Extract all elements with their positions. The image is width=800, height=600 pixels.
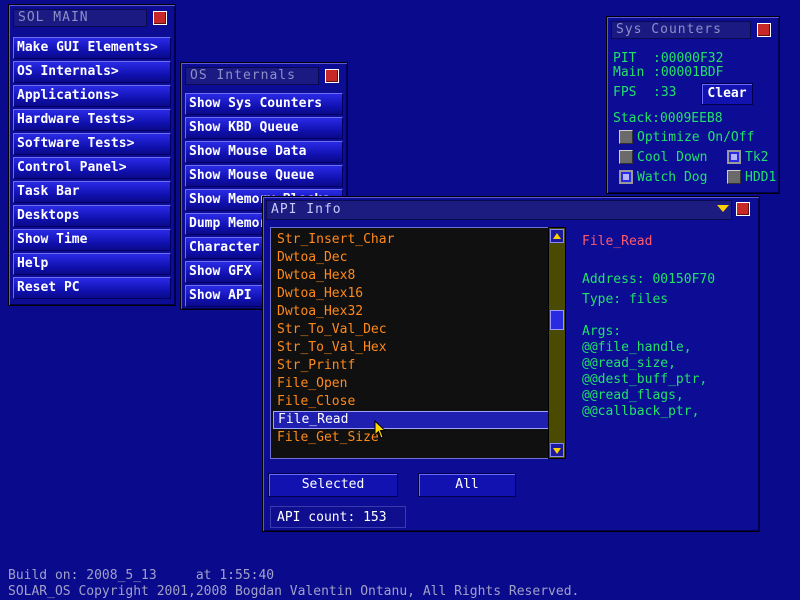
pit-value: :00000F32 — [653, 51, 724, 66]
api-arg: @@callback_ptr, — [582, 404, 700, 419]
api-info-close-button[interactable] — [736, 202, 750, 216]
main-value: :00001BDF — [653, 65, 724, 80]
sys-counters-window: Sys Counters PIT :00000F32 Main :00001BD… — [606, 16, 780, 194]
sys-counters-close-button[interactable] — [757, 23, 771, 37]
watch-dog-checkbox[interactable] — [619, 170, 633, 184]
api-list-item[interactable]: Str_To_Val_Hex — [277, 339, 547, 357]
api-detail-args-label: Args: — [582, 324, 622, 339]
watch-dog-label: Watch Dog — [637, 170, 708, 185]
selected-button[interactable]: Selected — [268, 473, 398, 497]
copyright-text: SOLAR_OS Copyright 2001,2008 Bogdan Vale… — [8, 584, 580, 599]
api-list-item[interactable]: File_Read — [273, 411, 549, 429]
api-detail-type: Type: files — [582, 292, 669, 307]
stack-value: Stack:0009EEB8 — [613, 111, 723, 126]
scroll-up-arrow[interactable] — [550, 229, 564, 243]
menu-reset-pc[interactable]: Reset PC — [13, 277, 171, 299]
api-arg: @@read_flags, — [582, 388, 684, 403]
api-list-item[interactable]: Str_To_Val_Dec — [277, 321, 547, 339]
api-list-item[interactable]: File_Open — [277, 375, 547, 393]
api-arg: @@read_size, — [582, 356, 676, 371]
scroll-thumb[interactable] — [550, 310, 564, 330]
api-list-scrollbar[interactable] — [548, 227, 566, 459]
all-button[interactable]: All — [418, 473, 516, 497]
api-arg: @@dest_buff_ptr, — [582, 372, 708, 387]
cool-down-label: Cool Down — [637, 150, 708, 165]
sol-main-close-button[interactable] — [153, 11, 167, 25]
menu-show-mouse-data[interactable]: Show Mouse Data — [185, 141, 343, 163]
api-list-item[interactable]: Dwtoa_Dec — [277, 249, 547, 267]
sol-main-window: SOL MAIN Make GUI Elements> OS Internals… — [8, 4, 176, 306]
api-count: API count: 153 — [277, 510, 387, 525]
api-arg: @@file_handle, — [582, 340, 692, 355]
fps-value: :33 — [653, 85, 677, 100]
cool-down-checkbox[interactable] — [619, 150, 633, 164]
api-list-item[interactable]: Dwtoa_Hex32 — [277, 303, 547, 321]
hdd1-checkbox[interactable] — [727, 170, 741, 184]
menu-hardware-tests[interactable]: Hardware Tests> — [13, 109, 171, 131]
os-internals-close-button[interactable] — [325, 69, 339, 83]
api-list-item[interactable]: Dwtoa_Hex16 — [277, 285, 547, 303]
api-count-box: API count: 153 — [270, 506, 406, 528]
menu-software-tests[interactable]: Software Tests> — [13, 133, 171, 155]
chevron-up-icon — [553, 233, 561, 239]
mouse-cursor-icon — [374, 420, 387, 439]
api-detail-address: Address: 00150F70 — [582, 272, 716, 287]
api-list-item[interactable]: Str_Insert_Char — [277, 231, 547, 249]
menu-show-mouse-queue[interactable]: Show Mouse Queue — [185, 165, 343, 187]
clear-button[interactable]: Clear — [701, 83, 753, 105]
api-list-item[interactable]: File_Close — [277, 393, 547, 411]
scroll-down-arrow[interactable] — [550, 443, 564, 457]
menu-show-sys-counters[interactable]: Show Sys Counters — [185, 93, 343, 115]
tk2-checkbox[interactable] — [727, 150, 741, 164]
api-list-item[interactable]: File_Get_Size — [277, 429, 547, 447]
chevron-down-icon[interactable] — [717, 205, 729, 212]
fps-label: FPS — [613, 85, 637, 100]
sys-counters-title: Sys Counters — [616, 22, 722, 37]
api-list[interactable]: Str_Insert_Char Dwtoa_Dec Dwtoa_Hex8 Dwtoa_… — [270, 227, 550, 459]
menu-control-panel[interactable]: Control Panel> — [13, 157, 171, 179]
optimize-checkbox[interactable] — [619, 130, 633, 144]
desktop: { "sol_main": { "title": "SOL MAIN", "it… — [0, 0, 800, 600]
api-info-titlebar[interactable]: API Info — [266, 200, 732, 220]
api-detail-name: File_Read — [582, 234, 653, 249]
optimize-label: Optimize On/Off — [637, 130, 755, 145]
api-list-item[interactable]: Dwtoa_Hex8 — [277, 267, 547, 285]
menu-show-kbd-queue[interactable]: Show KBD Queue — [185, 117, 343, 139]
sol-main-title: SOL MAIN — [18, 10, 89, 25]
menu-os-internals[interactable]: OS Internals> — [13, 61, 171, 83]
api-info-title: API Info — [271, 202, 342, 217]
tk2-label: Tk2 — [745, 150, 769, 165]
build-info: Build on: 2008_5_13 at 1:55:40 — [8, 568, 275, 583]
chevron-down-icon — [553, 448, 561, 454]
api-list-item[interactable]: Str_Printf — [277, 357, 547, 375]
menu-make-gui-elements[interactable]: Make GUI Elements> — [13, 37, 171, 59]
menu-task-bar[interactable]: Task Bar — [13, 181, 171, 203]
main-label: Main — [613, 65, 645, 80]
sol-main-titlebar[interactable]: SOL MAIN — [13, 9, 147, 27]
hdd1-label: HDD1 — [745, 170, 777, 185]
menu-applications[interactable]: Applications> — [13, 85, 171, 107]
pit-label: PIT — [613, 51, 637, 66]
sys-counters-titlebar[interactable]: Sys Counters — [611, 21, 751, 39]
menu-show-time[interactable]: Show Time — [13, 229, 171, 251]
os-internals-title: OS Internals — [190, 68, 296, 83]
menu-help[interactable]: Help — [13, 253, 171, 275]
os-internals-titlebar[interactable]: OS Internals — [185, 67, 319, 85]
menu-desktops[interactable]: Desktops — [13, 205, 171, 227]
